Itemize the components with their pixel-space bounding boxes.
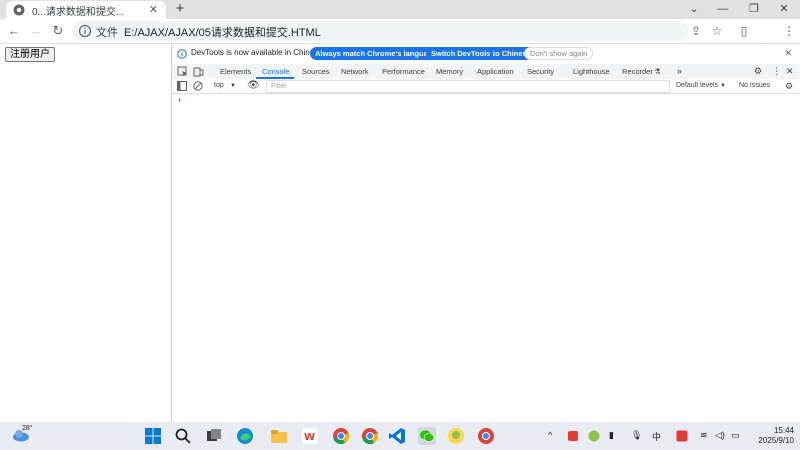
svg-text:W: W <box>304 432 315 443</box>
battery-icon[interactable]: ▭ <box>731 430 740 441</box>
devtools-menu-icon[interactable]: ⋮ <box>772 65 781 78</box>
wps-office-icon[interactable]: W <box>301 427 319 445</box>
tab-recorder[interactable]: Recorder <box>622 65 653 78</box>
window-close-icon[interactable]: ✕ <box>774 2 794 16</box>
forward-icon[interactable]: → <box>28 23 44 39</box>
share-icon[interactable]: ⇪ <box>688 23 704 39</box>
tab-lighthouse[interactable]: Lighthouse <box>573 65 610 78</box>
weather-widget[interactable]: 28° <box>12 425 33 442</box>
clear-console-icon[interactable] <box>193 81 203 91</box>
live-expression-eye-icon[interactable]: 👁 <box>247 79 260 93</box>
dont-show-again-button[interactable]: Don't show again <box>524 47 594 60</box>
devtools-infobar: DevTools is now available in Chinese! Al… <box>172 44 800 65</box>
system-clock[interactable]: 15:44 2025/9/10 <box>748 426 794 446</box>
wifi-icon[interactable]: ≋ <box>700 430 708 441</box>
weather-temp: 28° <box>22 425 33 432</box>
devtools-panel: DevTools is now available in Chinese! Al… <box>172 44 800 422</box>
tray-app-icon-2[interactable] <box>588 430 600 442</box>
devtools-tabbar: Elements Console Sources Network Perform… <box>172 64 800 80</box>
vscode-icon[interactable] <box>388 427 406 445</box>
back-icon[interactable]: ← <box>6 23 22 39</box>
minimize-icon[interactable]: — <box>713 2 733 16</box>
settings-gear-icon[interactable]: ⚙ <box>754 65 762 78</box>
tab-application[interactable]: Application <box>477 65 514 78</box>
match-language-button[interactable]: Always match Chrome's language <box>310 47 442 60</box>
sogou-ime-icon[interactable] <box>676 430 688 442</box>
device-toolbar-icon[interactable] <box>193 66 204 77</box>
taskbar: 28° W ^ ▮ 🎙 中 ≋ ◁) ▭ 15:44 2025/9/10 <box>0 422 800 450</box>
browser-tab[interactable]: 0...请求数据和提交... ✕ <box>6 1 166 19</box>
console-filter-input[interactable]: Filter <box>266 80 670 93</box>
console-settings-icon[interactable]: ⚙ <box>785 79 793 93</box>
filter-placeholder: Filter <box>271 83 287 90</box>
new-tab-button[interactable]: + <box>172 1 188 17</box>
page-viewport: 注册用户 <box>0 44 172 422</box>
file-explorer-icon[interactable] <box>270 427 288 445</box>
chrome-profile-icon[interactable] <box>361 427 379 445</box>
tab-network[interactable]: Network <box>341 65 369 78</box>
tab-performance[interactable]: Performance <box>382 65 425 78</box>
address-bar[interactable]: 文件 E:/AJAX/AJAX/05请求数据和提交.HTML <box>72 21 688 41</box>
info-icon <box>177 49 187 59</box>
levels-dropdown-icon[interactable]: ▼ <box>720 79 726 93</box>
app-yellow-icon[interactable] <box>447 427 465 445</box>
clock-time: 15:44 <box>773 426 794 435</box>
edge-browser-icon[interactable] <box>236 427 254 445</box>
switch-chinese-button[interactable]: Switch DevTools to Chinese <box>426 47 536 60</box>
context-selector[interactable]: top <box>214 79 224 93</box>
sidebar-toggle-icon[interactable] <box>177 81 187 91</box>
task-view-icon[interactable] <box>205 427 223 445</box>
bookmark-star-icon[interactable]: ☆ <box>709 23 725 39</box>
menu-dots-icon[interactable]: ⋮ <box>781 23 797 39</box>
recorder-flask-icon: ⚗ <box>654 67 661 76</box>
issues-counter[interactable]: No Issues <box>739 79 770 93</box>
search-icon[interactable] <box>174 427 192 445</box>
tab-security[interactable]: Security <box>527 65 554 78</box>
tab-strip: 0...请求数据和提交... ✕ + ⌄ — ❐ ✕ <box>0 0 800 19</box>
chrome-window-icon[interactable] <box>477 427 495 445</box>
restore-icon[interactable]: ❐ <box>744 2 764 16</box>
more-tabs-icon[interactable]: » <box>677 65 682 78</box>
console-prompt[interactable]: › <box>178 94 181 104</box>
inspect-element-icon[interactable] <box>177 66 188 77</box>
tab-memory[interactable]: Memory <box>436 65 463 78</box>
console-toolbar: top ▼ 👁 Filter Default levels ▼ No Issue… <box>172 79 800 94</box>
ime-indicator[interactable]: 中 <box>652 430 661 443</box>
chrome-icon[interactable] <box>332 427 350 445</box>
url-text[interactable]: E:/AJAX/AJAX/05请求数据和提交.HTML <box>124 24 321 40</box>
volume-icon[interactable]: ◁) <box>715 430 725 441</box>
chrome-favicon-icon <box>13 4 25 16</box>
tray-app-icon[interactable] <box>567 430 579 442</box>
side-panel-icon[interactable]: ▯ <box>736 23 752 39</box>
show-hidden-icons[interactable]: ^ <box>548 430 552 440</box>
infobar-close-icon[interactable]: ✕ <box>784 48 792 59</box>
register-button[interactable]: 注册用户 <box>5 47 55 62</box>
tray-nvidia-icon[interactable]: ▮ <box>609 430 614 441</box>
devtools-close-icon[interactable]: ✕ <box>786 65 794 78</box>
tab-close-icon[interactable]: ✕ <box>149 3 158 16</box>
tab-elements[interactable]: Elements <box>220 65 251 78</box>
windows-start-icon[interactable] <box>144 427 162 445</box>
infobar-message: DevTools is now available in Chinese! <box>191 48 325 57</box>
browser-toolbar: ← → ↻ 文件 E:/AJAX/AJAX/05请求数据和提交.HTML ⇪ ☆… <box>0 19 800 57</box>
wechat-icon[interactable] <box>418 427 436 445</box>
log-levels-dropdown[interactable]: Default levels <box>676 79 718 93</box>
tab-sources[interactable]: Sources <box>302 65 330 78</box>
microphone-icon[interactable]: 🎙 <box>631 430 642 441</box>
site-info-icon[interactable] <box>78 24 92 38</box>
tab-search-icon[interactable]: ⌄ <box>684 2 704 16</box>
scheme-label: 文件 <box>96 27 118 39</box>
clock-date: 2025/9/10 <box>758 436 794 445</box>
reload-icon[interactable]: ↻ <box>50 23 66 39</box>
context-dropdown-icon[interactable]: ▼ <box>230 79 236 93</box>
tab-title: 0...请求数据和提交... <box>32 7 125 18</box>
